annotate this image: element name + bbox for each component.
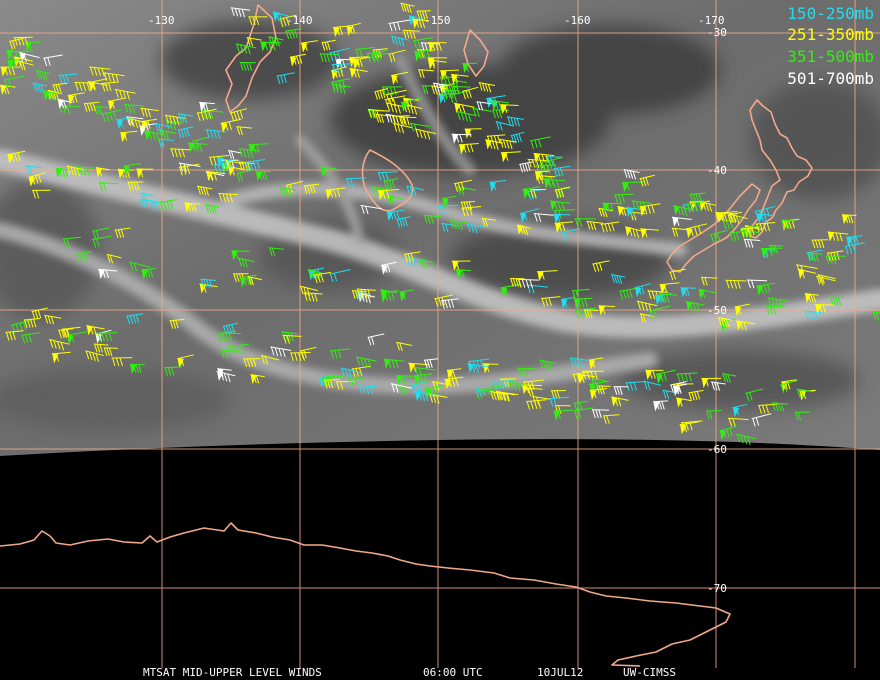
- caption-source: UW-CIMSS: [623, 666, 676, 679]
- caption-date: 10JUL12: [537, 666, 584, 679]
- lon-label-130: -130: [148, 14, 175, 27]
- legend-501-700mb: 501-700mb: [787, 69, 874, 88]
- lat-label-30: -30: [707, 26, 727, 39]
- lat-label-70: -70: [707, 582, 727, 595]
- coastline-antarctica: [0, 522, 731, 667]
- image-caption: MTSAT MID-UPPER LEVEL WINDS 06:00 UTC 10…: [0, 667, 880, 679]
- satellite-wind-map: -130 -140 -150 -160 -170 -30 -40 -50 -60…: [0, 0, 880, 680]
- legend-150-250mb: 150-250mb: [787, 4, 874, 23]
- lon-label-170: -170: [698, 14, 725, 27]
- map-canvas: [0, 0, 880, 668]
- lat-label-40: -40: [707, 164, 727, 177]
- caption-time: 06:00 UTC: [423, 666, 483, 679]
- lon-label-160: -160: [564, 14, 591, 27]
- lat-label-60: -60: [707, 443, 727, 456]
- legend-251-350mb: 251-350mb: [787, 25, 874, 44]
- legend-351-500mb: 351-500mb: [787, 47, 874, 66]
- caption-product: MTSAT MID-UPPER LEVEL WINDS: [143, 666, 322, 679]
- lon-label-150: -150: [424, 14, 451, 27]
- lat-label-50: -50: [707, 304, 727, 317]
- lon-label-140: -140: [286, 14, 313, 27]
